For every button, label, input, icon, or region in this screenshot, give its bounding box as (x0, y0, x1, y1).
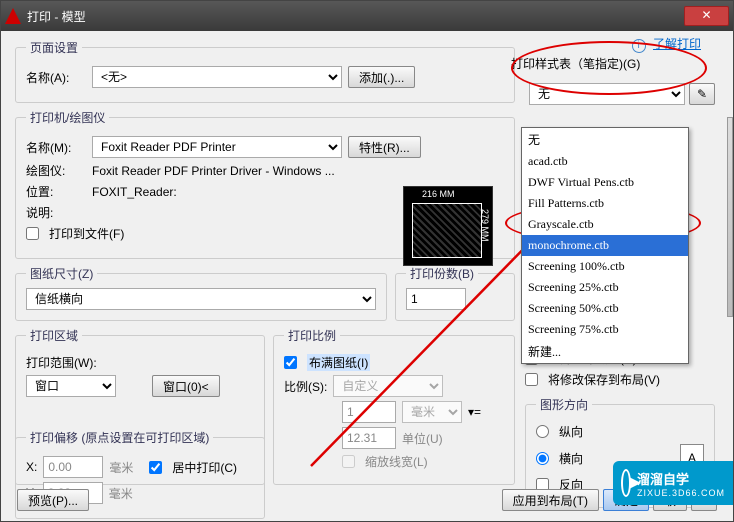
printer-combo[interactable]: Foxit Reader PDF Printer (92, 136, 342, 158)
landscape-label: 横向 (559, 450, 583, 467)
info-icon: i (632, 39, 646, 53)
titlebar: 打印 - 模型 ✕ (1, 1, 733, 31)
list-item[interactable]: Screening 100%.ctb (522, 256, 688, 277)
portrait-label: 纵向 (559, 423, 583, 440)
list-item[interactable]: Screening 50%.ctb (522, 298, 688, 319)
fit-check[interactable] (284, 356, 297, 369)
location-value: FOXIT_Reader: (92, 185, 177, 199)
center-check[interactable] (149, 461, 162, 474)
style-table-edit-button[interactable]: ✎ (689, 83, 715, 105)
preview-button[interactable]: 预览(P)... (17, 489, 89, 511)
desc-label: 说明: (26, 204, 86, 221)
landscape-radio[interactable] (536, 452, 549, 465)
copies-input[interactable] (406, 288, 466, 310)
side-scroll-stub (727, 117, 733, 317)
scale-unit-combo: 毫米 (402, 401, 462, 423)
pencil-icon: ✎ (697, 87, 707, 101)
scale-du-input (342, 427, 396, 449)
scale-legend: 打印比例 (284, 327, 340, 344)
list-item[interactable]: acad.ctb (522, 151, 688, 172)
printer-props-button[interactable]: 特性(R)... (348, 136, 421, 158)
fit-label: 布满图纸(I) (307, 354, 370, 371)
range-label: 打印范围(W): (26, 354, 97, 371)
style-table-combo[interactable]: 无 (529, 83, 685, 105)
list-item[interactable]: 无 (522, 128, 688, 151)
range-combo[interactable]: 窗口 (26, 375, 116, 397)
save-layout-label: 将修改保存到布局(V) (548, 371, 660, 388)
x-input (43, 456, 103, 478)
center-label: 居中打印(C) (172, 459, 237, 476)
printer-name-label: 名称(M): (26, 139, 86, 156)
offset-legend: 打印偏移 (原点设置在可打印区域) (26, 429, 213, 446)
paper-size-combo[interactable]: 信纸横向 (26, 288, 376, 310)
paper-size-group: 图纸尺寸(Z) 信纸横向 (15, 265, 387, 321)
apply-layout-button[interactable]: 应用到布局(T) (502, 489, 599, 511)
watermark-logo-icon (621, 469, 631, 497)
portrait-radio[interactable] (536, 425, 549, 438)
du-label: 单位(U) (402, 430, 443, 447)
equals-icon: ▾= (468, 405, 481, 419)
list-item-selected[interactable]: monochrome.ctb (522, 235, 688, 256)
close-button[interactable]: ✕ (684, 6, 729, 26)
page-setup-group: 页面设置 名称(A): <无> 添加(.)... (15, 39, 515, 103)
watermark: 溜溜自学 ZIXUE.3D66.COM (613, 461, 733, 505)
list-item[interactable]: 新建... (522, 340, 688, 363)
page-name-label: 名称(A): (26, 69, 86, 86)
printer-legend: 打印机/绘图仪 (26, 109, 109, 126)
orientation-legend: 图形方向 (536, 396, 592, 413)
save-layout-check[interactable] (525, 373, 538, 386)
paper-preview: 216 MM 279 MM (403, 186, 493, 266)
print-area-legend: 打印区域 (26, 327, 82, 344)
list-item[interactable]: Screening 75%.ctb (522, 319, 688, 340)
window-pick-button[interactable]: 窗口(0)< (152, 375, 220, 397)
window-title: 打印 - 模型 (27, 8, 86, 25)
list-item[interactable]: Screening 25%.ctb (522, 277, 688, 298)
help-row: i 了解打印 (632, 35, 701, 53)
preview-width: 216 MM (422, 189, 455, 199)
ratio-combo: 自定义 (333, 375, 443, 397)
app-icon (5, 8, 21, 24)
print-to-file-check[interactable] (26, 227, 39, 240)
copies-legend: 打印份数(B) (406, 265, 478, 282)
paper-size-legend: 图纸尺寸(Z) (26, 265, 97, 282)
page-setup-legend: 页面设置 (26, 39, 82, 56)
x-label: X: (26, 460, 37, 474)
watermark-sub: ZIXUE.3D66.COM (637, 488, 725, 498)
page-name-combo[interactable]: <无> (92, 66, 342, 88)
scale-lw-label: 缩放线宽(L) (365, 453, 428, 470)
style-dropdown-list[interactable]: 无 acad.ctb DWF Virtual Pens.ctb Fill Pat… (521, 127, 689, 364)
add-button[interactable]: 添加(.)... (348, 66, 415, 88)
watermark-text: 溜溜自学 (637, 469, 725, 488)
x-unit: 毫米 (109, 459, 133, 476)
help-link[interactable]: 了解打印 (653, 37, 701, 51)
list-item[interactable]: DWF Virtual Pens.ctb (522, 172, 688, 193)
scale-group: 打印比例 布满图纸(I) 比例(S): 自定义 毫米 ▾= 单位(U) 缩放线宽… (273, 327, 515, 485)
print-to-file-label: 打印到文件(F) (49, 225, 124, 242)
driver-value: Foxit Reader PDF Printer Driver - Window… (92, 164, 335, 178)
ratio-label: 比例(S): (284, 378, 327, 395)
preview-height: 279 MM (480, 209, 490, 242)
style-table-legend: 打印样式表（笔指定)(G) (511, 55, 711, 72)
list-item[interactable]: Fill Patterns.ctb (522, 193, 688, 214)
scale-num-input (342, 401, 396, 423)
list-item[interactable]: Grayscale.ctb (522, 214, 688, 235)
location-label: 位置: (26, 183, 86, 200)
driver-label: 绘图仪: (26, 162, 86, 179)
scale-lw-check (342, 455, 355, 468)
copies-group: 打印份数(B) (395, 265, 515, 321)
